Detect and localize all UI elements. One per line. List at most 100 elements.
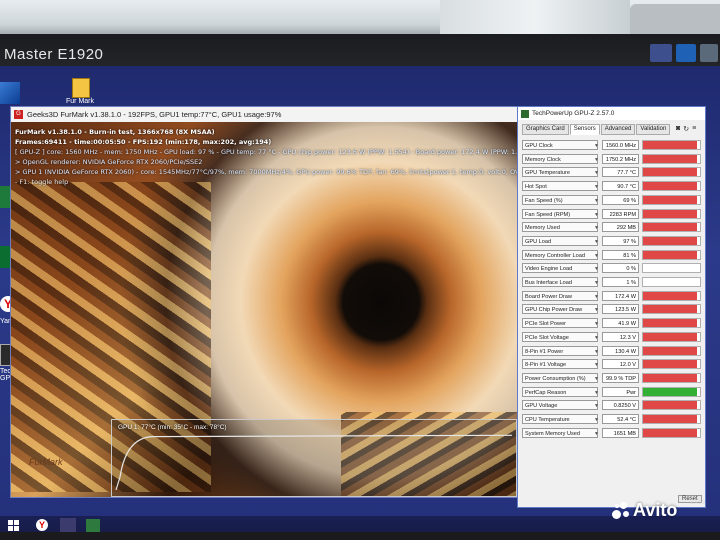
chevron-down-icon[interactable]: ▼ — [594, 417, 599, 423]
menu-icon[interactable]: ≡ — [692, 125, 696, 133]
avito-watermark-text: Avito — [633, 500, 678, 520]
tab-graphics-card[interactable]: Graphics Card — [522, 124, 569, 135]
gpuz-titlebar[interactable]: TechPowerUp GPU-Z 2.57.0 — [518, 107, 705, 120]
sensor-name[interactable]: Power Consumption (%) — [522, 372, 598, 383]
sensor-value: 1651 MB — [602, 427, 639, 438]
chevron-down-icon[interactable]: ▼ — [594, 266, 599, 272]
sensor-value: 77.7 °C — [602, 167, 639, 178]
chevron-down-icon[interactable]: ▼ — [594, 376, 599, 382]
sensor-name[interactable]: PerfCap Reason — [522, 386, 598, 397]
monitor-brand-label: Master E1920 — [4, 46, 104, 63]
sensor-name[interactable]: Memory Controller Load — [522, 249, 598, 260]
sensor-row: 8-Pin #1 Power ▼ 130.4 W — [522, 345, 701, 357]
sensor-value: 292 MB — [602, 222, 639, 233]
chevron-down-icon[interactable]: ▼ — [594, 198, 599, 204]
sensor-name[interactable]: GPU Clock — [522, 140, 598, 150]
sticker-icon — [676, 44, 696, 62]
avito-logo-icon — [612, 501, 630, 520]
desktop-icon[interactable] — [0, 82, 20, 104]
tab-advanced[interactable]: Advanced — [600, 124, 636, 135]
sensor-name[interactable]: Memory Clock — [522, 153, 598, 164]
furmark-titlebar[interactable]: G Geeks3D FurMark v1.38.1.0 - 192FPS, GP… — [11, 107, 519, 122]
sensor-name[interactable]: GPU Voltage — [522, 400, 598, 411]
furmark-info-line: - F1: toggle help — [15, 178, 69, 186]
start-button[interactable] — [8, 520, 19, 531]
sensor-row: Fan Speed (RPM) ▼ 2283 RPM — [522, 208, 701, 220]
sensor-value: 97 % — [602, 235, 639, 246]
chevron-down-icon[interactable]: ▼ — [594, 403, 599, 409]
chevron-down-icon[interactable]: ▼ — [594, 143, 599, 149]
sensor-value: 69 % — [602, 194, 639, 205]
chevron-down-icon[interactable]: ▼ — [594, 307, 599, 313]
sensor-value: 1750.2 MHz — [602, 153, 639, 164]
chevron-down-icon[interactable]: ▼ — [594, 362, 599, 368]
sensor-graph — [642, 277, 701, 287]
chevron-down-icon[interactable]: ▼ — [594, 280, 599, 286]
sensor-row: Memory Used ▼ 292 MB — [522, 222, 701, 233]
sensor-graph — [642, 249, 701, 260]
chevron-down-icon[interactable]: ▼ — [594, 157, 599, 163]
sensor-name[interactable]: Memory Used — [522, 222, 598, 233]
chevron-down-icon[interactable]: ▼ — [594, 170, 599, 176]
sensor-name[interactable]: GPU Load — [522, 235, 598, 246]
sensor-graph — [642, 194, 701, 205]
sensor-name[interactable]: 8-Pin #1 Power — [522, 345, 598, 356]
sensor-graph — [642, 263, 701, 274]
sensor-graph-fill — [643, 401, 698, 410]
sensor-value: 99.9 % TDP — [602, 372, 639, 383]
chevron-down-icon[interactable]: ▼ — [594, 431, 599, 437]
sensor-name[interactable]: Board Power Draw — [522, 290, 598, 301]
sensor-graph — [642, 140, 701, 150]
sensor-value: 0.8250 V — [602, 400, 639, 411]
sensor-name[interactable]: Fan Speed (RPM) — [522, 208, 598, 219]
sensor-row: Video Engine Load ▼ 0 % — [522, 263, 701, 274]
sensor-row: GPU Voltage ▼ 0.8250 V — [522, 400, 701, 411]
sensor-row: Hot Spot ▼ 90.7 °C — [522, 181, 701, 192]
sensor-name[interactable]: System Memory Used — [522, 427, 598, 438]
sensor-graph-fill — [643, 291, 698, 300]
sensor-name[interactable]: Video Engine Load — [522, 263, 598, 274]
sensor-name[interactable]: 8-Pin #1 Voltage — [522, 359, 598, 370]
sensor-name[interactable]: Hot Spot — [522, 181, 598, 192]
chevron-down-icon[interactable]: ▼ — [594, 225, 599, 231]
chevron-down-icon[interactable]: ▼ — [594, 212, 599, 218]
sensor-row: Fan Speed (%) ▼ 69 % — [522, 194, 701, 206]
chevron-down-icon[interactable]: ▼ — [594, 184, 599, 190]
sensor-name[interactable]: PCIe Slot Voltage — [522, 331, 598, 342]
sensor-name[interactable]: GPU Chip Power Draw — [522, 304, 598, 315]
sensor-graph-fill — [643, 305, 698, 314]
sticker-icon — [700, 44, 718, 62]
gpuz-tabs: Graphics Card Sensors Advanced Validatio… — [522, 124, 671, 135]
tab-sensors[interactable]: Sensors — [569, 124, 600, 135]
sensor-graph-fill — [643, 428, 698, 437]
furmark-window[interactable]: G Geeks3D FurMark v1.38.1.0 - 192FPS, GP… — [10, 106, 608, 498]
sensor-value: 2283 RPM — [602, 208, 639, 219]
sensor-graph-fill — [643, 195, 698, 204]
chevron-down-icon[interactable]: ▼ — [594, 349, 599, 355]
chevron-down-icon[interactable]: ▼ — [594, 390, 599, 396]
sensor-name[interactable]: PCIe Slot Power — [522, 318, 598, 329]
sensor-graph — [642, 414, 701, 424]
chevron-down-icon[interactable]: ▼ — [594, 294, 599, 300]
gpuz-taskbar-icon[interactable] — [86, 519, 100, 532]
gpuz-app-icon — [521, 109, 529, 118]
chevron-down-icon[interactable]: ▼ — [594, 253, 599, 259]
sensor-value: 12.3 V — [602, 331, 639, 342]
chevron-down-icon[interactable]: ▼ — [594, 321, 599, 327]
chevron-down-icon[interactable]: ▼ — [594, 335, 599, 341]
sensor-row: PerfCap Reason ▼ Pwr — [522, 386, 701, 398]
refresh-icon[interactable]: ↻ — [683, 125, 689, 133]
yandex-taskbar-icon[interactable]: Y — [36, 519, 48, 531]
furmark-shortcut-icon[interactable] — [72, 78, 90, 98]
camera-icon[interactable]: ◙ — [676, 125, 680, 133]
tab-validation[interactable]: Validation — [636, 124, 671, 135]
gpuz-window[interactable]: TechPowerUp GPU-Z 2.57.0 Graphics Card S… — [517, 106, 706, 508]
chevron-down-icon[interactable]: ▼ — [594, 239, 599, 245]
sensor-name[interactable]: CPU Temperature — [522, 414, 598, 424]
furmark-info-line: FurMark v1.38.1.0 - Burn-in test, 1366x7… — [15, 128, 215, 136]
sensor-name[interactable]: GPU Temperature — [522, 167, 598, 178]
sensor-graph — [642, 235, 701, 246]
sensor-name[interactable]: Bus Interface Load — [522, 277, 598, 287]
sensor-name[interactable]: Fan Speed (%) — [522, 194, 598, 205]
sensor-row: CPU Temperature ▼ 52.4 °C — [522, 414, 701, 425]
